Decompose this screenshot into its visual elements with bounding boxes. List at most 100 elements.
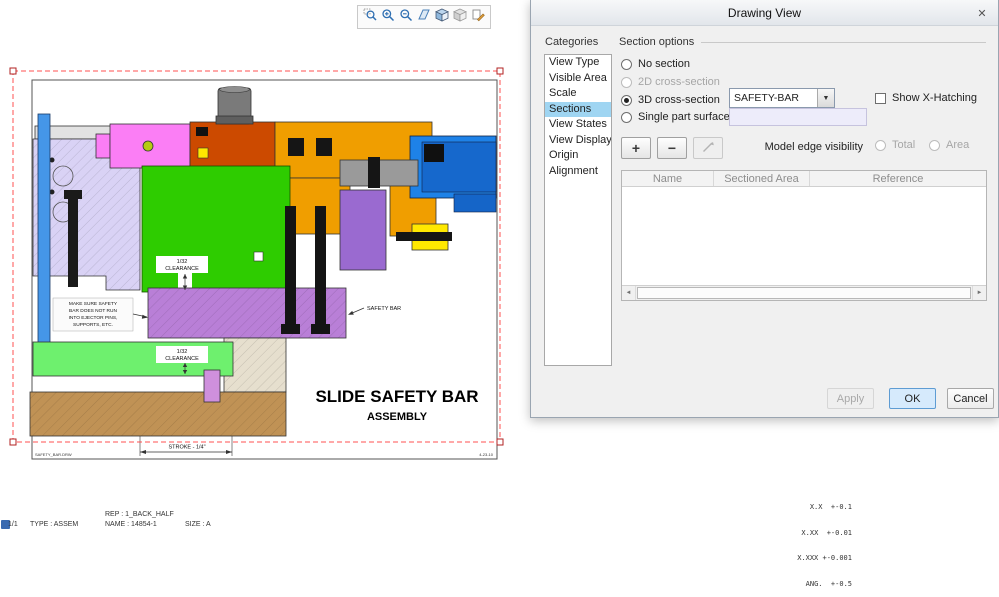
total-label: Total xyxy=(892,139,915,151)
area-label: Area xyxy=(946,139,969,151)
no-section-radio-icon xyxy=(621,59,632,70)
ok-button[interactable]: OK xyxy=(889,388,936,409)
show-xhatching-checkbox[interactable] xyxy=(875,93,886,104)
view-handle-top-right[interactable] xyxy=(497,68,503,74)
cross-section-dropdown[interactable]: SAFETY-BAR ▼ xyxy=(729,88,835,108)
exclude-icon xyxy=(701,140,715,157)
single-part-surface-input[interactable] xyxy=(729,108,867,126)
scroll-right-icon[interactable]: ► xyxy=(972,286,986,300)
assembly-drawing-view[interactable]: 1/32 CLEARANCE 1/32 CLEARANCE MAKE SURE … xyxy=(8,64,513,474)
note-line1: MAKE SURE SAFETY xyxy=(69,301,118,307)
status-size: SIZE : A xyxy=(185,521,211,528)
area-radio-icon xyxy=(929,140,940,151)
update-sheet-icon xyxy=(471,8,485,27)
view-handle-bottom-left[interactable] xyxy=(10,439,16,445)
tolerance-block: X.X +-0.1 X.XX +-0.01 X.XXX +-0.001 ANG.… xyxy=(768,486,852,597)
section-options-label: Section options xyxy=(619,36,694,48)
clearance-top-line1: 1/32 xyxy=(177,259,188,265)
scrollbar-thumb[interactable] xyxy=(637,287,971,299)
note-line3: INTO EJECTOR PINS, xyxy=(69,315,118,321)
model-edge-visibility-label: Model edge visibility xyxy=(731,141,863,153)
scroll-left-icon[interactable]: ◄ xyxy=(622,286,636,300)
status-page: 1/1 xyxy=(8,521,18,528)
tolerance-line-2: X.XX +-0.01 xyxy=(768,529,852,538)
update-sheet-button[interactable] xyxy=(470,8,486,27)
add-section-button[interactable]: + xyxy=(621,137,651,159)
status-type: TYPE : ASSEM xyxy=(30,521,78,528)
column-header-sectioned-area[interactable]: Sectioned Area xyxy=(714,171,810,186)
chevron-down-icon[interactable]: ▼ xyxy=(817,89,834,107)
column-header-reference[interactable]: Reference xyxy=(810,171,986,186)
radio-total: Total xyxy=(875,139,915,151)
drawing-title-line2: ASSEMBLY xyxy=(367,411,428,423)
clearance-bottom-line1: 1/32 xyxy=(177,349,188,355)
safety-bar-label-text: SAFETY BAR xyxy=(367,306,401,312)
saved-views-button[interactable] xyxy=(434,8,450,27)
radio-area: Area xyxy=(929,139,969,151)
category-origin[interactable]: Origin xyxy=(545,148,611,164)
status-name: NAME : 14854-1 xyxy=(105,521,157,528)
column-header-name[interactable]: Name xyxy=(622,171,714,186)
zoom-out-button[interactable] xyxy=(398,8,414,27)
category-view-states[interactable]: View States xyxy=(545,117,611,133)
categories-list: View Type Visible Area Scale Sections Vi… xyxy=(544,54,612,366)
category-view-type[interactable]: View Type xyxy=(545,55,611,71)
category-view-display[interactable]: View Display xyxy=(545,133,611,149)
part-gray-cylinder[interactable] xyxy=(216,87,253,125)
zoom-region-button[interactable] xyxy=(362,8,378,27)
drawing-sheet[interactable]: 1/32 CLEARANCE 1/32 CLEARANCE MAKE SURE … xyxy=(8,64,513,474)
sections-table: Name Sectioned Area Reference ◄ ► xyxy=(621,170,987,301)
part-plum-pin[interactable] xyxy=(204,370,220,402)
drawing-date-note: 4-23-10 xyxy=(479,452,494,457)
part-piston-rod[interactable] xyxy=(340,157,418,188)
view-handle-top-left[interactable] xyxy=(10,68,16,74)
close-icon[interactable]: ✕ xyxy=(974,5,990,21)
part-green-block[interactable] xyxy=(142,166,290,292)
2d-cross-section-radio-icon xyxy=(621,77,632,88)
radio-2d-cross-section: 2D cross-section xyxy=(621,75,720,89)
drawing-file-note: SAFETY_BAR.DRW xyxy=(35,452,72,457)
table-horizontal-scrollbar: ◄ ► xyxy=(622,285,986,300)
part-dark-orange-block[interactable] xyxy=(190,122,275,170)
no-section-label: No section xyxy=(638,58,690,70)
category-scale[interactable]: Scale xyxy=(545,86,611,102)
saved-views-cube-icon xyxy=(435,8,449,27)
part-purple-pillar[interactable] xyxy=(340,190,386,270)
layers-cube-icon xyxy=(453,8,467,27)
category-sections[interactable]: Sections xyxy=(545,102,611,118)
sections-table-body[interactable] xyxy=(622,187,986,285)
category-visible-area[interactable]: Visible Area xyxy=(545,71,611,87)
dialog-titlebar[interactable]: Drawing View ✕ xyxy=(531,0,998,26)
part-base-plate[interactable] xyxy=(30,392,286,436)
repaint-button[interactable] xyxy=(416,8,432,27)
show-xhatching-checkbox-row[interactable]: Show X-Hatching xyxy=(875,92,977,104)
layers-button[interactable] xyxy=(452,8,468,27)
cross-section-dropdown-value: SAFETY-BAR xyxy=(730,89,817,107)
part-blue-rail[interactable] xyxy=(38,114,50,354)
zoom-in-icon xyxy=(381,8,395,27)
note-line2: BAR DOES NOT RUN xyxy=(69,308,117,314)
drawing-view-dialog: Drawing View ✕ Categories Section option… xyxy=(530,0,999,418)
exclude-section-button[interactable] xyxy=(693,137,723,159)
drawing-title-line1: SLIDE SAFETY BAR xyxy=(315,387,478,406)
cancel-button[interactable]: Cancel xyxy=(947,388,994,409)
note-line4: SUPPORTS, ETC. xyxy=(73,322,113,328)
zoom-out-icon xyxy=(399,8,413,27)
tolerance-line-1: X.X +-0.1 xyxy=(768,503,852,512)
show-xhatching-label: Show X-Hatching xyxy=(892,92,977,104)
radio-no-section[interactable]: No section xyxy=(621,57,690,71)
2d-cross-section-label: 2D cross-section xyxy=(638,76,720,88)
stroke-dim-text: STROKE - 1/4" xyxy=(168,445,205,451)
view-toolbar xyxy=(357,5,491,29)
single-part-surface-radio-icon xyxy=(621,112,632,123)
categories-label: Categories xyxy=(545,36,598,48)
category-alignment[interactable]: Alignment xyxy=(545,164,611,180)
zoom-in-button[interactable] xyxy=(380,8,396,27)
view-handle-bottom-right[interactable] xyxy=(497,439,503,445)
part-pink-block[interactable] xyxy=(96,124,190,168)
radio-3d-cross-section[interactable]: 3D cross-section xyxy=(621,93,720,107)
radio-single-part-surface[interactable]: Single part surface xyxy=(621,110,730,124)
apply-button[interactable]: Apply xyxy=(827,388,874,409)
repaint-icon xyxy=(417,8,431,27)
remove-section-button[interactable]: − xyxy=(657,137,687,159)
